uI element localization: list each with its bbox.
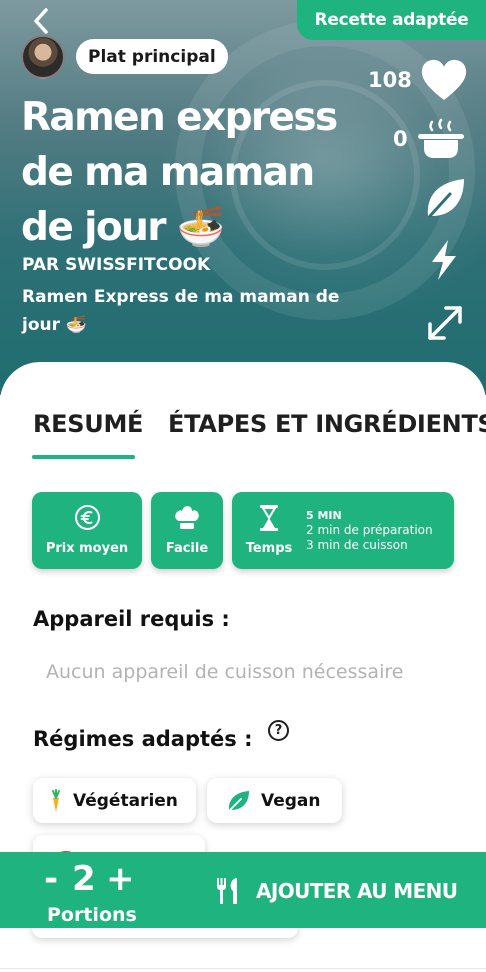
- price-label: Prix moyen: [45, 541, 129, 556]
- difficulty-card: Facile: [151, 492, 223, 569]
- expand-button[interactable]: [424, 302, 466, 348]
- leaf-icon: [427, 179, 464, 218]
- cutlery-icon: [217, 878, 237, 904]
- time-label: Temps: [245, 541, 293, 556]
- add-to-menu-label: AJOUTER AU MENU: [256, 879, 458, 903]
- diet-chip-vegan[interactable]: Vegan: [207, 778, 342, 823]
- cooked-stat[interactable]: 0: [393, 118, 466, 160]
- carrot-icon: [49, 788, 63, 813]
- expand-icon: [428, 306, 462, 340]
- time-prep: 2 min de préparation: [306, 523, 433, 537]
- time-total: 5 MIN: [306, 509, 342, 522]
- footer-divider: [0, 968, 486, 969]
- healthy-button[interactable]: [424, 176, 466, 224]
- cooked-count: 0: [393, 127, 408, 151]
- likes-count: 108: [368, 68, 412, 92]
- recipe-subtitle: Ramen Express de ma maman de jour 🍜: [22, 287, 340, 335]
- active-tab-indicator: [32, 455, 135, 459]
- hourglass-icon: [260, 505, 278, 531]
- diet-chip-vegetarian[interactable]: Végétarien: [33, 778, 196, 823]
- portions-label: Portions: [47, 904, 137, 926]
- bottom-action-bar: - 2 + Portions AJOUTER AU MENU: [0, 852, 486, 928]
- leaf-icon: [227, 790, 251, 812]
- chef-hat-icon: [175, 506, 199, 529]
- increase-portions-button[interactable]: +: [106, 860, 135, 898]
- heart-icon: [421, 59, 466, 100]
- tab-summary[interactable]: RESUMÉ: [33, 410, 143, 438]
- category-chip: Plat principal: [76, 39, 228, 74]
- diet-label-vegetarian: Végétarien: [73, 790, 178, 811]
- time-details: 5 MIN 2 min de préparation 3 min de cuis…: [306, 508, 433, 553]
- author-name[interactable]: PAR SWISSFITCOOK: [22, 255, 210, 275]
- adapted-recipe-badge[interactable]: Recette adaptée: [297, 0, 486, 40]
- portions-count: 2: [72, 859, 96, 899]
- add-to-menu-button[interactable]: AJOUTER AU MENU: [214, 876, 458, 906]
- tab-steps-ingredients[interactable]: ÉTAPES ET INGRÉDIENTS: [168, 410, 486, 438]
- author-avatar[interactable]: [21, 35, 65, 79]
- equipment-value: Aucun appareil de cuisson nécessaire: [46, 661, 404, 683]
- time-cook: 3 min de cuisson: [306, 538, 408, 552]
- recipe-title: Ramen express de ma maman de jour 🍜: [21, 95, 338, 250]
- diet-label-vegan: Vegan: [261, 790, 321, 811]
- back-arrow-icon: [34, 8, 48, 34]
- diets-title: Régimes adaptés :: [33, 727, 253, 751]
- lightning-icon: [432, 240, 456, 280]
- pot-icon: [417, 118, 464, 158]
- like-stat[interactable]: 108: [368, 58, 468, 102]
- difficulty-label: Facile: [165, 541, 209, 556]
- price-card: Prix moyen: [32, 492, 142, 569]
- back-button[interactable]: [26, 4, 60, 38]
- help-icon[interactable]: ?: [268, 720, 289, 741]
- equipment-title: Appareil requis :: [33, 607, 230, 631]
- decrease-portions-button[interactable]: -: [44, 860, 58, 898]
- euro-icon: [75, 505, 100, 530]
- quick-button[interactable]: [428, 238, 460, 286]
- time-card: Temps 5 MIN 2 min de préparation 3 min d…: [232, 492, 454, 569]
